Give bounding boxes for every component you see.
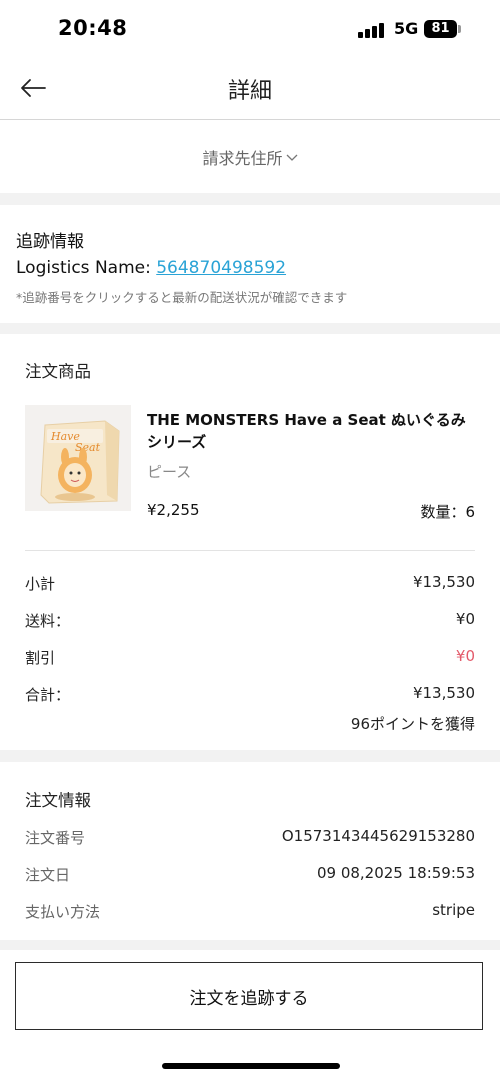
- order-info-title: 注文情報: [25, 791, 91, 810]
- order-date-value: 09 08,2025 18:59:53: [316, 864, 475, 882]
- order-number-label: 注文番号: [25, 829, 86, 847]
- points-earned: 96ポイントを獲得: [350, 715, 475, 733]
- product-price: ¥2,255: [147, 501, 200, 519]
- discount-row: 割引 ¥0: [25, 637, 475, 674]
- logistics-label: Logistics Name:: [16, 258, 157, 278]
- product-box-illustration: Have Seat: [25, 405, 131, 511]
- order-number-value: O1573143445629153280: [281, 827, 475, 845]
- billing-address-toggle[interactable]: 請求先住所: [0, 121, 500, 193]
- nav-bar: 詳細: [0, 62, 500, 120]
- logistics-line: Logistics Name: 564870498592: [16, 258, 484, 278]
- total-value: ¥13,530: [412, 684, 475, 702]
- tracking-note: *追跡番号をクリックすると最新の配送状況が確認できます: [16, 290, 348, 305]
- page-title: 詳細: [227, 79, 272, 104]
- payment-method-value: stripe: [432, 901, 475, 919]
- product-name: THE MONSTERS Have a Seat ぬいぐるみシリーズ: [147, 411, 466, 451]
- battery-icon: 81: [424, 20, 457, 38]
- product-image: Have Seat: [25, 405, 131, 511]
- order-number-row: 注文番号 O1573143445629153280: [25, 819, 475, 856]
- ordered-products-section: 注文商品 Have Seat THE MONSTERS Have a Seat …: [0, 334, 500, 750]
- subtotal-value: ¥13,530: [412, 573, 475, 591]
- product-variant: ピース: [147, 463, 192, 481]
- network-label: 5G: [394, 19, 419, 38]
- section-separator: [0, 323, 500, 334]
- shipping-label: 送料：: [25, 612, 71, 630]
- section-separator: [0, 193, 500, 205]
- track-order-button[interactable]: 注文を追跡する: [15, 962, 483, 1030]
- payment-method-row: 支払い方法 stripe: [25, 893, 475, 930]
- chevron-down-icon: [286, 154, 297, 161]
- subtotal-row: 小計 ¥13,530: [25, 563, 475, 600]
- product-quantity: 数量：6: [420, 503, 475, 521]
- tracking-section: 追跡情報 Logistics Name: 564870498592 *追跡番号を…: [0, 205, 500, 323]
- svg-text:Seat: Seat: [75, 441, 101, 454]
- home-indicator: [162, 1063, 340, 1069]
- subtotal-label: 小計: [25, 575, 56, 593]
- signal-icon: [358, 22, 386, 38]
- total-label: 合計：: [25, 686, 71, 704]
- billing-address-label: 請求先住所: [202, 149, 283, 168]
- order-date-row: 注文日 09 08,2025 18:59:53: [25, 856, 475, 893]
- discount-label: 割引: [25, 649, 56, 667]
- section-separator: [0, 940, 500, 950]
- discount-value: ¥0: [455, 647, 475, 665]
- order-date-label: 注文日: [25, 866, 71, 884]
- tracking-title: 追跡情報: [16, 232, 84, 252]
- status-time: 20:48: [58, 16, 128, 40]
- products-section-title: 注文商品: [25, 362, 91, 381]
- product-item[interactable]: Have Seat THE MONSTERS Have a Seat ぬいぐるみ…: [25, 405, 475, 527]
- shipping-row: 送料： ¥0: [25, 600, 475, 637]
- tracking-number-link[interactable]: 564870498592: [156, 258, 286, 278]
- battery-tip: [458, 25, 461, 33]
- order-info-section: 注文情報 注文番号 O1573143445629153280 注文日 09 08…: [0, 762, 500, 940]
- status-bar: 20:48 5G 81: [0, 0, 500, 62]
- total-row: 合計： ¥13,530: [25, 674, 475, 711]
- section-separator: [0, 750, 500, 762]
- shipping-value: ¥0: [455, 610, 475, 628]
- payment-method-label: 支払い方法: [25, 903, 101, 921]
